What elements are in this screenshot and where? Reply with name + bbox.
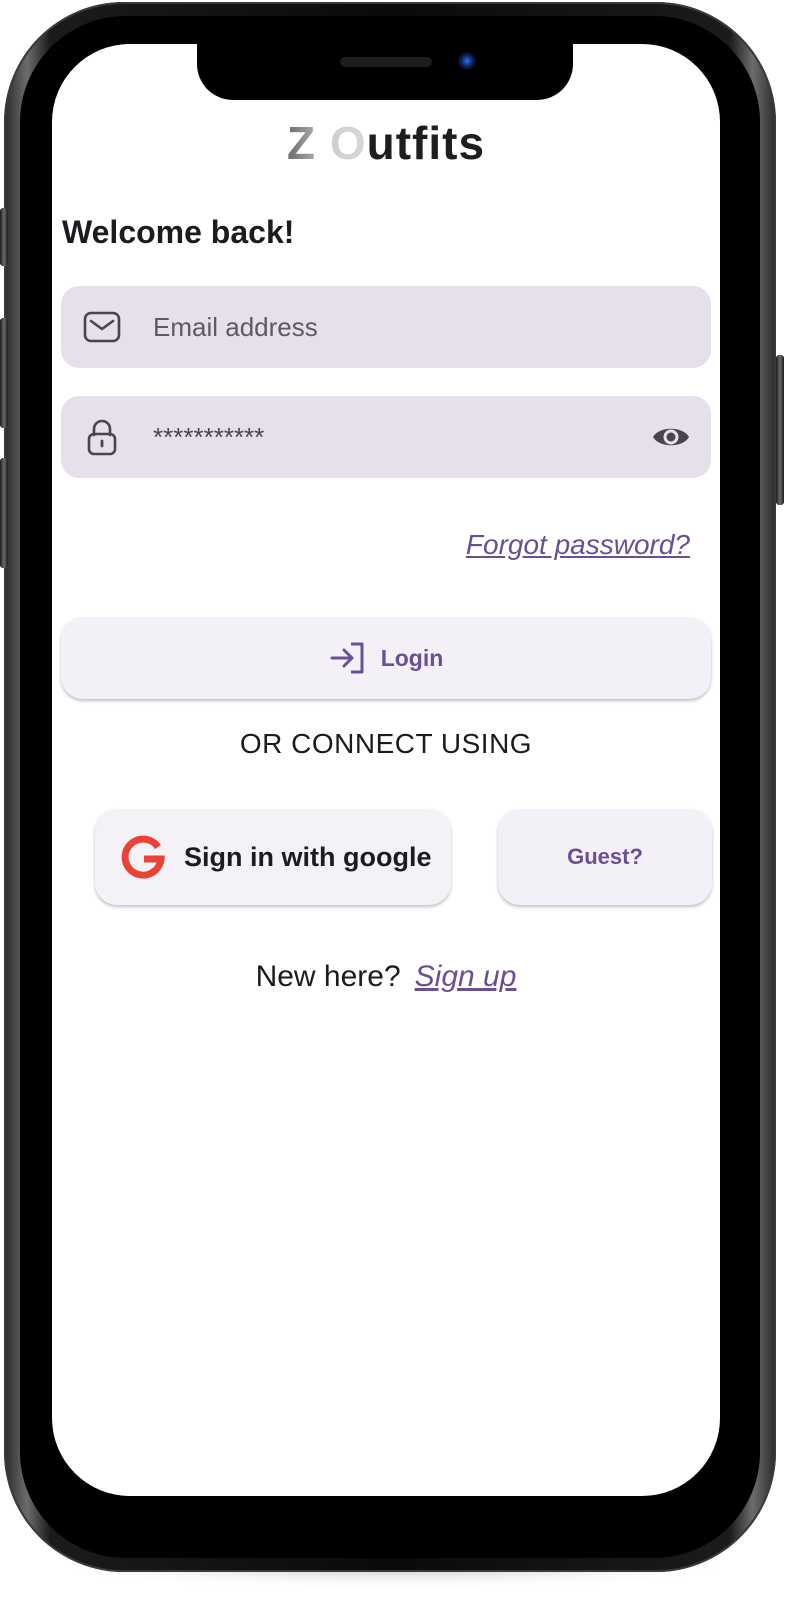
email-placeholder: Email address xyxy=(153,312,318,342)
volume-up-button xyxy=(0,318,8,428)
login-button-label: Login xyxy=(380,644,444,671)
app-screen: Z Outfits Welcome back! Email address **… xyxy=(52,44,720,1496)
login-arrow-icon xyxy=(330,642,364,674)
google-g-icon xyxy=(121,835,165,879)
connect-divider-text: OR CONNECT USING xyxy=(239,728,533,759)
eye-icon[interactable] xyxy=(651,420,691,454)
lock-icon xyxy=(87,419,117,456)
mute-switch xyxy=(0,208,8,266)
password-field[interactable]: *********** xyxy=(61,396,711,478)
brand-prefix: Z O xyxy=(286,117,367,169)
email-field[interactable]: Email address xyxy=(61,286,711,368)
speaker-grille xyxy=(340,57,432,67)
login-button[interactable]: Login xyxy=(61,617,711,699)
google-button-label: Sign in with google xyxy=(184,842,432,872)
signup-row: New here? Sign up xyxy=(52,960,720,994)
front-camera xyxy=(458,52,476,70)
forgot-password-link[interactable]: Forgot password? xyxy=(466,529,690,561)
password-value: *********** xyxy=(153,422,265,452)
brand-suffix: utfits xyxy=(366,117,486,169)
sign-up-link[interactable]: Sign up xyxy=(415,960,517,993)
google-sign-in-button[interactable]: Sign in with google xyxy=(95,809,451,905)
app-brand-title: Z Outfits xyxy=(52,116,720,170)
welcome-heading: Welcome back! xyxy=(62,214,295,250)
guest-button[interactable]: Guest? xyxy=(498,809,712,905)
new-here-text: New here? xyxy=(255,960,401,993)
volume-down-button xyxy=(0,458,8,568)
mail-icon xyxy=(83,311,121,343)
power-button xyxy=(776,355,784,505)
device-notch xyxy=(197,44,573,100)
